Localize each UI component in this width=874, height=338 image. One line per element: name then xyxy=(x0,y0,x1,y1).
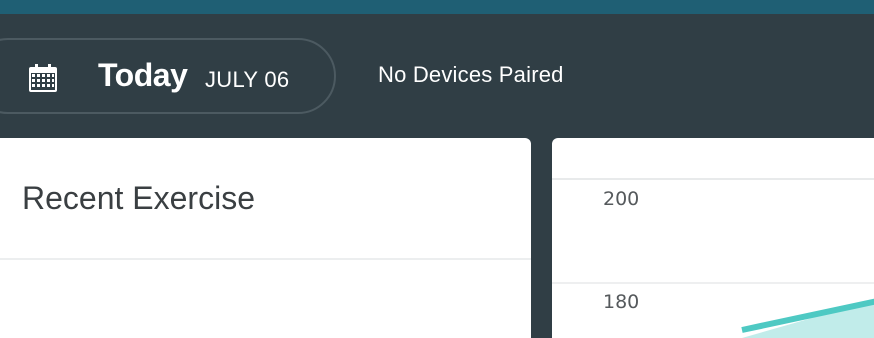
card-divider xyxy=(0,258,531,260)
y-tick-label: 200 xyxy=(603,188,639,210)
line-chart: 200 180 xyxy=(552,178,874,338)
date-selector-button[interactable]: Today JULY 06 xyxy=(0,38,336,114)
calendar-icon xyxy=(29,64,57,92)
device-status-text: No Devices Paired xyxy=(378,62,564,87)
current-date: JULY 06 xyxy=(205,67,290,92)
chart-card: 200 180 xyxy=(552,138,874,338)
today-label: Today xyxy=(98,57,188,93)
top-accent-bar xyxy=(0,0,874,14)
recent-exercise-title: Recent Exercise xyxy=(22,180,255,216)
header-bar: Today JULY 06 No Devices Paired xyxy=(0,14,874,138)
y-tick-label: 180 xyxy=(603,291,639,313)
recent-exercise-card: Recent Exercise xyxy=(0,138,531,338)
